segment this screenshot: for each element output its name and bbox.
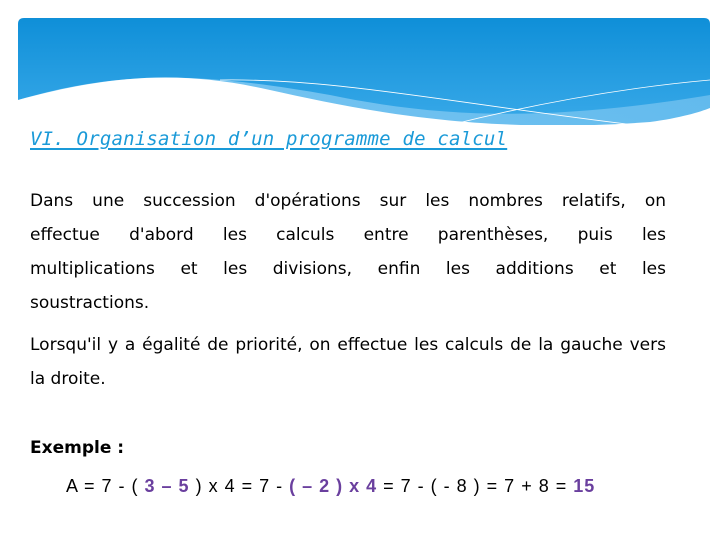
formula-part: ) x 4 = 7 - <box>189 476 290 496</box>
formula-part: A = 7 - ( <box>66 476 145 496</box>
formula-result: 15 <box>573 476 596 496</box>
paragraph-line: soustractions. <box>30 293 150 313</box>
formula-part: = 7 - ( - 8 ) = 7 + 8 = <box>377 476 574 496</box>
paragraph-line: Dans une succession d'opérations sur les… <box>30 191 666 211</box>
header-banner <box>18 18 710 125</box>
paragraph-equal-priority: Lorsqu'il y a égalité de priorité, on ef… <box>30 335 666 389</box>
paragraph-line: multiplications et les divisions, enfin … <box>30 259 666 279</box>
example-formula: A = 7 - ( 3 – 5 ) x 4 = 7 - ( – 2 ) x 4 … <box>66 476 595 497</box>
formula-part-highlight: 3 – 5 <box>144 476 190 496</box>
formula-part-highlight: ( – 2 ) x 4 <box>289 476 378 496</box>
slide-title: VI. Organisation d’un programme de calcu… <box>30 128 508 150</box>
paragraph-priority-rules: Dans une succession d'opérations sur les… <box>30 184 666 320</box>
example-label: Exemple : <box>30 438 125 458</box>
paragraph-line: effectue d'abord les calculs entre paren… <box>30 225 666 245</box>
